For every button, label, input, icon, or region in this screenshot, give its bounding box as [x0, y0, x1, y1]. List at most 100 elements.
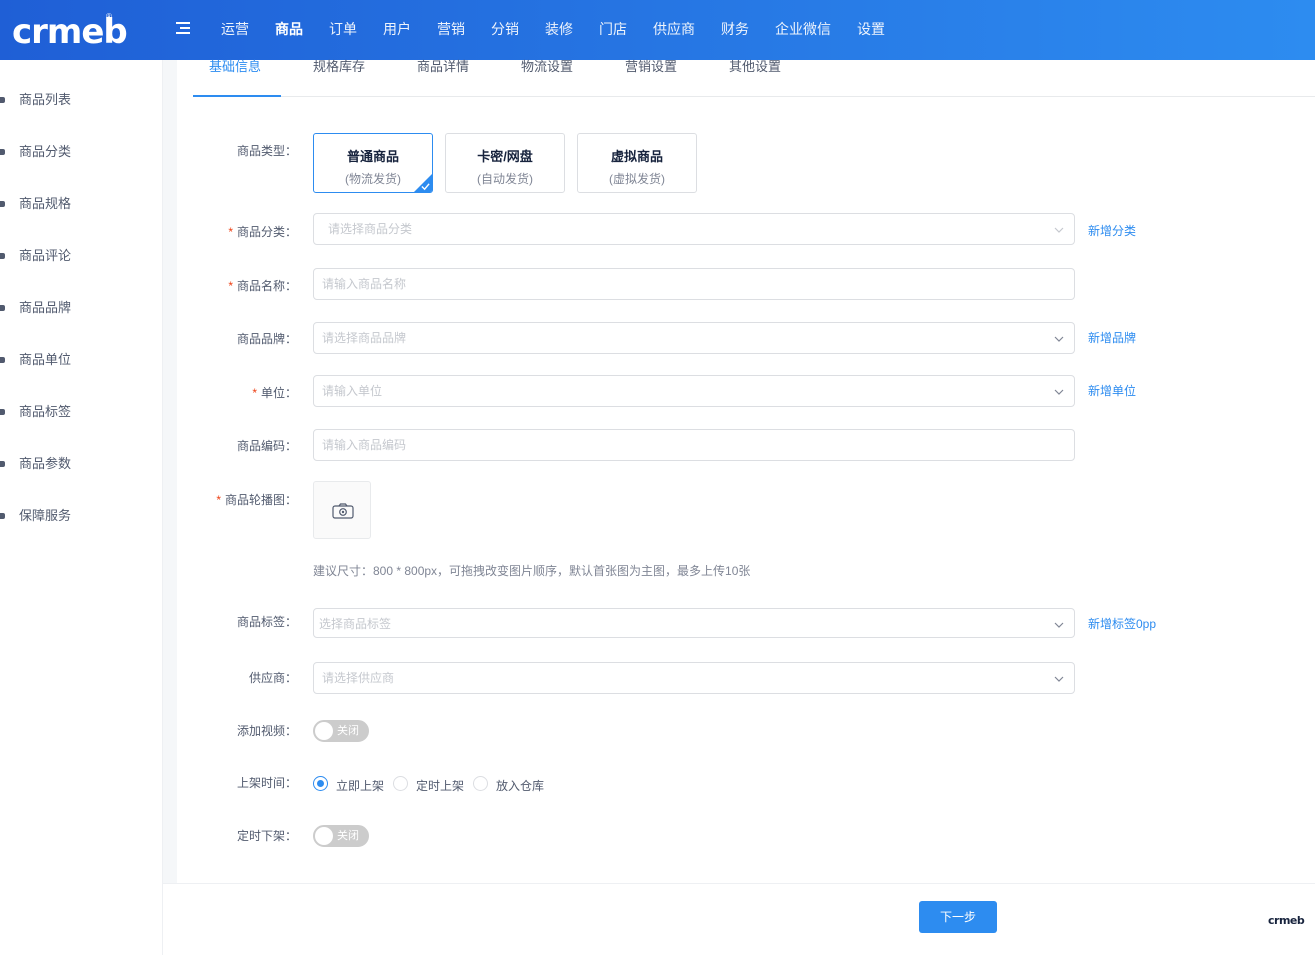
tags-label: 商品标签： — [236, 615, 297, 629]
tab-spec-stock[interactable]: 规格库存 — [313, 60, 365, 97]
supplier-label: 供应商： — [248, 671, 297, 685]
offshelf-label: 定时下架： — [236, 829, 297, 843]
tab-marketing[interactable]: 营销设置 — [625, 60, 677, 97]
chevron-down-icon — [1054, 389, 1064, 395]
type-card-card-netdisk[interactable]: 卡密/网盘 (自动发货) — [445, 133, 565, 193]
tags-select[interactable]: 选择商品标签 — [313, 608, 1075, 638]
radio-label: 定时上架 — [416, 779, 465, 793]
upload-hint: 建议尺寸：800 * 800px，可拖拽改变图片顺序，默认首张图为主图，最多上传… — [313, 564, 751, 578]
sidebar-item-label: 商品列表 — [19, 92, 72, 107]
nav-item-stores[interactable]: 门店 — [586, 0, 640, 60]
nav-item-products[interactable]: 商品 — [262, 0, 316, 60]
unit-label: * 单位： — [177, 384, 297, 401]
crmeb-logo[interactable]: crmeb ® — [12, 12, 128, 50]
top-header: crmeb ® 运营 商品 订单 用户 营销 分销 装修 门店 供应商 财务 企… — [0, 0, 1315, 60]
camera-icon — [332, 503, 354, 519]
form-tabs: 基础信息 规格库存 商品详情 物流设置 营销设置 其他设置 — [193, 60, 1315, 97]
menu-bullet-icon — [0, 253, 5, 259]
radio-circle — [393, 776, 408, 791]
add-brand-link[interactable]: 新增品牌 — [1088, 329, 1136, 346]
type-card-subtitle: (虚拟发货) — [609, 172, 665, 186]
tags-placeholder: 选择商品标签 — [319, 617, 392, 631]
nav-item-decoration[interactable]: 装修 — [532, 0, 586, 60]
nav-item-operations[interactable]: 运营 — [208, 0, 262, 60]
nav-item-finance[interactable]: 财务 — [708, 0, 762, 60]
nav-item-wecom[interactable]: 企业微信 — [762, 0, 844, 60]
check-icon — [421, 183, 430, 191]
type-card-normal[interactable]: 普通商品 (物流发货) — [313, 133, 433, 193]
video-label: 添加视频： — [236, 724, 297, 738]
category-placeholder: 请选择商品分类 — [328, 222, 413, 236]
name-placeholder: 请输入商品名称 — [322, 277, 407, 291]
tab-basic-info[interactable]: 基础信息 — [209, 60, 261, 97]
image-upload-button[interactable] — [313, 481, 371, 539]
type-card-title: 普通商品 — [346, 149, 399, 164]
sidebar-item-label: 商品参数 — [19, 456, 72, 471]
brand-select[interactable]: 请选择商品品牌 — [313, 322, 1075, 354]
unit-select[interactable]: 请输入单位 — [313, 375, 1075, 407]
product-name-input[interactable]: 请输入商品名称 — [313, 268, 1075, 300]
nav-item-distribution[interactable]: 分销 — [478, 0, 532, 60]
menu-bullet-icon — [0, 97, 5, 103]
next-step-button[interactable]: 下一步 — [919, 901, 997, 933]
chevron-down-icon — [1054, 676, 1064, 682]
category-select[interactable]: 请选择商品分类 — [313, 213, 1075, 245]
type-card-title: 虚拟商品 — [610, 149, 663, 164]
menu-bullet-icon — [0, 513, 5, 519]
supplier-select[interactable]: 请选择供应商 — [313, 662, 1075, 694]
radio-circle — [473, 776, 488, 791]
sidebar-item-product-unit[interactable]: 商品单位 — [0, 340, 163, 380]
sidebar-item-product-list[interactable]: 商品列表 — [0, 80, 163, 120]
nav-item-marketing[interactable]: 营销 — [424, 0, 478, 60]
nav-item-orders[interactable]: 订单 — [316, 0, 370, 60]
menu-bullet-icon — [0, 409, 5, 415]
menu-bullet-icon — [0, 149, 5, 155]
required-mark: * — [228, 225, 233, 239]
sidebar-item-label: 商品品牌 — [19, 300, 72, 315]
product-code-input[interactable]: 请输入商品编码 — [313, 429, 1075, 461]
top-nav: 运营 商品 订单 用户 营销 分销 装修 门店 供应商 财务 企业微信 设置 — [208, 0, 898, 60]
main-content: 基础信息 规格库存 商品详情 物流设置 营销设置 其他设置 商品类型： 普通商品… — [177, 60, 1315, 883]
carousel-label-text: 商品轮播图： — [224, 493, 297, 507]
tab-logistics[interactable]: 物流设置 — [521, 60, 573, 97]
radio-label: 立即上架 — [336, 779, 385, 793]
product-type-label: 商品类型： — [236, 144, 297, 158]
active-tab-indicator — [193, 95, 281, 97]
offshelf-toggle[interactable]: 关闭 — [313, 825, 369, 847]
toggle-text: 关闭 — [337, 725, 359, 737]
sidebar-item-product-params[interactable]: 商品参数 — [0, 444, 163, 484]
add-unit-link[interactable]: 新增单位 — [1088, 382, 1136, 399]
name-label-text: 商品名称： — [236, 279, 297, 293]
sidebar-item-label: 商品规格 — [19, 196, 72, 211]
code-label: 商品编码： — [236, 439, 297, 453]
menu-collapse-icon[interactable] — [176, 21, 192, 37]
brand-label: 商品品牌： — [236, 332, 297, 346]
footer-logo: crmeb — [1268, 914, 1305, 927]
sidebar-item-product-category[interactable]: 商品分类 — [0, 132, 163, 172]
add-tag-link[interactable]: 新增标签0pp — [1088, 615, 1156, 632]
tab-other[interactable]: 其他设置 — [729, 60, 781, 97]
unit-label-text: 单位： — [260, 386, 297, 400]
nav-item-settings[interactable]: 设置 — [844, 0, 898, 60]
tab-product-detail[interactable]: 商品详情 — [417, 60, 469, 97]
type-card-virtual[interactable]: 虚拟商品 (虚拟发货) — [577, 133, 697, 193]
menu-bullet-icon — [0, 461, 5, 467]
add-category-link[interactable]: 新增分类 — [1088, 222, 1136, 239]
carousel-label: * 商品轮播图： — [177, 491, 297, 508]
toggle-text: 关闭 — [337, 830, 359, 842]
sidebar-item-product-review[interactable]: 商品评论 — [0, 236, 163, 276]
sidebar-item-product-tag[interactable]: 商品标签 — [0, 392, 163, 432]
chevron-down-icon — [1054, 336, 1064, 342]
sidebar-item-product-brand[interactable]: 商品品牌 — [0, 288, 163, 328]
menu-bullet-icon — [0, 357, 5, 363]
sidebar-item-product-spec[interactable]: 商品规格 — [0, 184, 163, 224]
nav-item-suppliers[interactable]: 供应商 — [640, 0, 708, 60]
sidebar-item-guarantee[interactable]: 保障服务 — [0, 496, 163, 536]
registered-mark: ® — [106, 12, 112, 21]
video-toggle[interactable]: 关闭 — [313, 720, 369, 742]
sidebar-item-label: 商品单位 — [19, 352, 72, 367]
nav-item-users[interactable]: 用户 — [370, 0, 424, 60]
type-card-subtitle: (自动发货) — [477, 172, 533, 186]
radio-label: 放入仓库 — [496, 779, 545, 793]
footer-bar: 下一步 crmeb — [163, 883, 1315, 955]
